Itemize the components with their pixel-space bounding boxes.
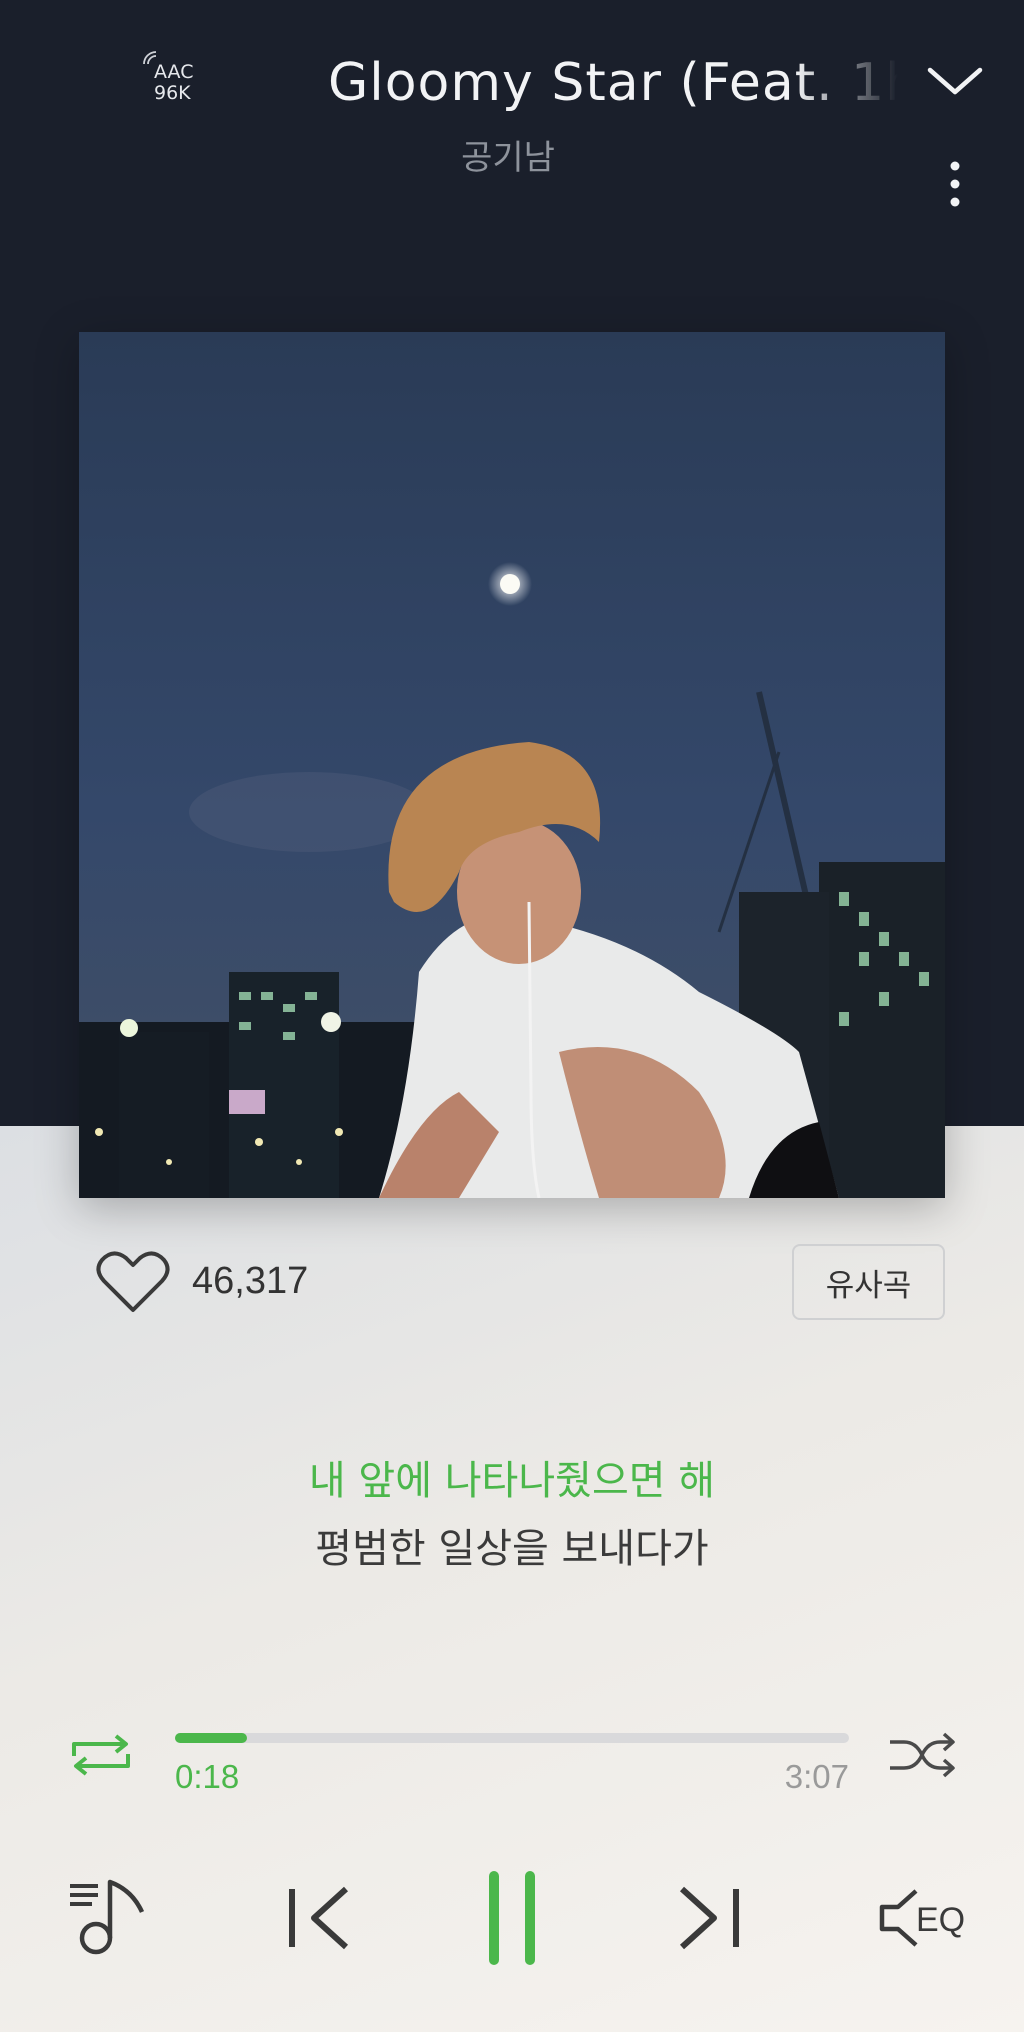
shuffle-icon — [890, 1732, 955, 1778]
progress-bar[interactable] — [175, 1733, 849, 1743]
progress-fill — [175, 1733, 248, 1743]
album-art-image — [79, 332, 945, 1198]
audio-quality-badge: AAC 96K — [140, 51, 210, 108]
playlist-button[interactable] — [62, 1868, 152, 1968]
eq-label: EQ — [916, 1901, 965, 1939]
shuffle-button[interactable] — [886, 1730, 958, 1780]
chevron-down-icon — [927, 67, 983, 95]
next-icon — [679, 1886, 739, 1950]
like-button[interactable] — [96, 1250, 170, 1316]
like-count: 46,317 — [192, 1260, 309, 1302]
artist-name[interactable]: 공기남 — [461, 138, 555, 178]
quality-bitrate: 96K — [154, 82, 191, 104]
lyric-current-line[interactable]: 내 앞에 나타나줬으면 해 — [0, 1448, 1024, 1506]
more-vertical-icon — [950, 161, 960, 207]
heart-icon — [96, 1251, 170, 1312]
total-time: 3:07 — [784, 1758, 849, 1795]
album-cover[interactable] — [79, 332, 945, 1198]
more-options-button[interactable] — [940, 158, 970, 210]
repeat-icon — [72, 1734, 130, 1776]
quality-codec: AAC — [154, 61, 194, 83]
collapse-button[interactable] — [924, 58, 986, 102]
playlist-icon — [70, 1879, 145, 1955]
pause-button[interactable] — [480, 1868, 544, 1968]
current-time: 0:18 — [175, 1758, 240, 1795]
repeat-button[interactable] — [66, 1730, 136, 1780]
pause-icon — [489, 1871, 535, 1965]
lyric-next-line[interactable]: 평범한 일상을 보내다가 — [0, 1516, 1024, 1574]
song-title-container: Gloomy Star (Feat. 1ho — [328, 48, 898, 118]
eq-icon: EQ — [879, 1889, 965, 1947]
song-title: Gloomy Star (Feat. 1ho — [328, 53, 898, 113]
similar-songs-button[interactable]: 유사곡 — [792, 1244, 945, 1320]
like-row: 46,317 — [96, 1250, 396, 1316]
next-button[interactable] — [668, 1868, 748, 1968]
eq-button[interactable]: EQ — [876, 1868, 976, 1968]
previous-icon — [289, 1886, 349, 1950]
artist-name-row: 공기남 — [0, 130, 1024, 179]
previous-button[interactable] — [280, 1868, 360, 1968]
